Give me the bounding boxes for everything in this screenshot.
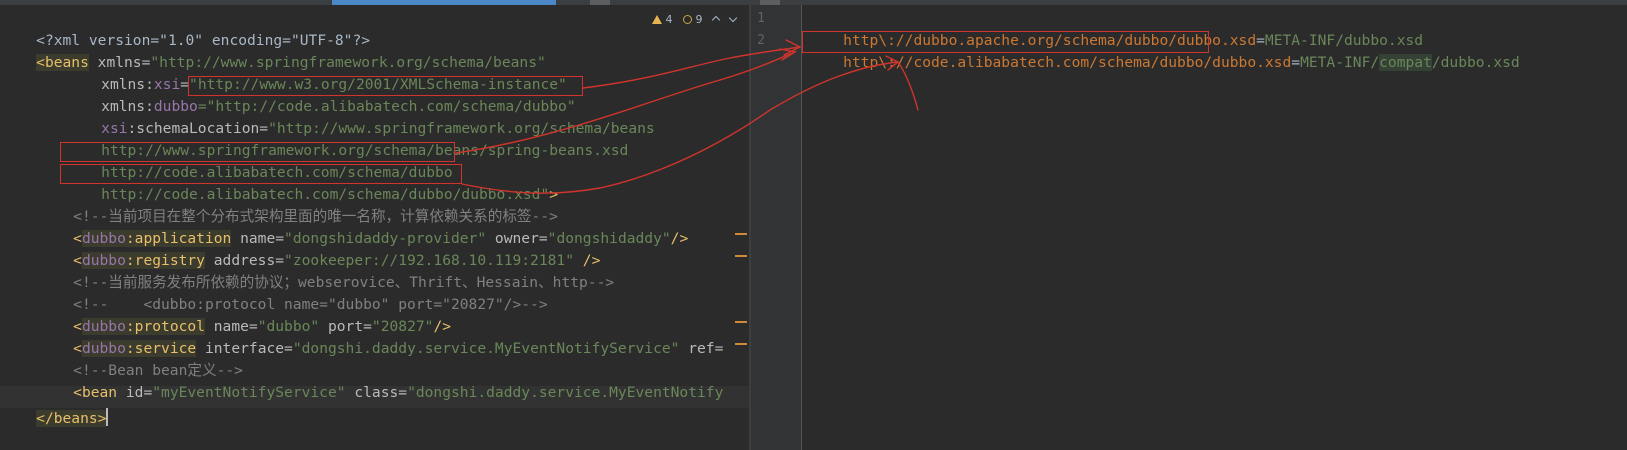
error-stripe-marker[interactable] [735, 255, 747, 257]
property-key-namespace: http\://code.alibabatech.com/schema/dubb… [843, 54, 1204, 71]
line-number-gutter: 1 2 [751, 5, 801, 450]
tag-close: /> [670, 230, 689, 247]
property-eq: = [1291, 54, 1301, 71]
annotation-box-properties-key [802, 31, 1209, 53]
attr-name: ref= [679, 340, 724, 357]
code-line-1[interactable]: <?xml version="1.0" encoding="UTF-8"?> [1, 8, 370, 49]
code-line-13[interactable]: <!-- <dubbo:protocol name="dubbo" port="… [38, 272, 547, 313]
code-line-18[interactable]: </beans> [1, 386, 109, 427]
code-line-2[interactable]: <beans xmlns="http://www.springframework… [1, 30, 546, 71]
weak-warning-icon [683, 15, 692, 24]
error-stripe-marker[interactable] [735, 321, 747, 323]
code-line-11[interactable]: <dubbo:registry address="zookeeper://192… [38, 228, 600, 269]
text-caret [106, 408, 109, 426]
code-line-12[interactable]: <!--当前服务发布所依赖的协议；webserovice、Thrift、Hess… [38, 250, 614, 291]
properties-line-1[interactable]: http\://dubbo.apache.org/schema/dubbo/du… [808, 8, 1423, 49]
chevron-down-icon[interactable] [728, 13, 737, 23]
weak-warning-count: 9 [695, 13, 703, 26]
code-line-5[interactable]: xsi:schemaLocation="http://www.springfra… [66, 96, 655, 137]
attr-name: id= [117, 384, 153, 401]
chevron-up-icon[interactable] [711, 15, 721, 25]
warning-count: 4 [665, 13, 673, 26]
attr-name: class= [345, 384, 408, 401]
code-line-17[interactable]: <bean id="myEventNotifyService" class="d… [38, 360, 723, 401]
properties-editor[interactable]: http\://dubbo.apache.org/schema/dubbo/du… [802, 5, 1627, 450]
line-number: 1 [757, 11, 765, 26]
error-stripe-marker[interactable] [735, 233, 747, 235]
property-value-compat: compat [1379, 54, 1432, 71]
code-line-6[interactable]: http://www.springframework.org/schema/be… [66, 118, 628, 159]
xml-editor[interactable]: <?xml version="1.0" encoding="UTF-8"?> <… [0, 5, 750, 450]
beans-close-tag: </beans> [36, 410, 107, 427]
error-stripe-marker[interactable] [735, 343, 747, 345]
annotation-box-namespace [188, 76, 583, 96]
code-line-14[interactable]: <dubbo:protocol name="dubbo" port="20827… [38, 294, 451, 335]
annotation-box-schema-location [60, 142, 455, 162]
attr-value: "myEventNotifyService" [152, 384, 346, 401]
inspection-widget[interactable]: 4 9 [652, 13, 737, 29]
annotation-box-xsd-prefix [60, 164, 462, 184]
code-line-16[interactable]: <!--Bean bean定义--> [38, 338, 243, 379]
attr-value: "dongshi.daddy.service.MyEventNotifyServ… [292, 340, 680, 357]
line-number: 2 [757, 33, 765, 48]
property-value: /dubbo.xsd [1431, 54, 1520, 71]
property-key-file: /dubbo.xsd [1203, 54, 1292, 71]
code-line-9[interactable]: <!--当前项目在整个分布式架构里面的唯一名称，计算依赖关系的标签--> [38, 184, 558, 225]
code-line-15[interactable]: <dubbo:service interface="dongshi.daddy.… [38, 316, 723, 357]
code-line-3[interactable]: xmlns:xsi="http://www.w3.org/2001/XMLSch… [66, 52, 567, 93]
warning-icon [652, 15, 662, 24]
code-line-10[interactable]: <dubbo:application name="dongshidaddy-pr… [38, 206, 688, 247]
property-value: META-INF/ [1300, 54, 1380, 71]
attr-value: "dongshi.daddy.service.MyEventNotify [407, 384, 724, 401]
